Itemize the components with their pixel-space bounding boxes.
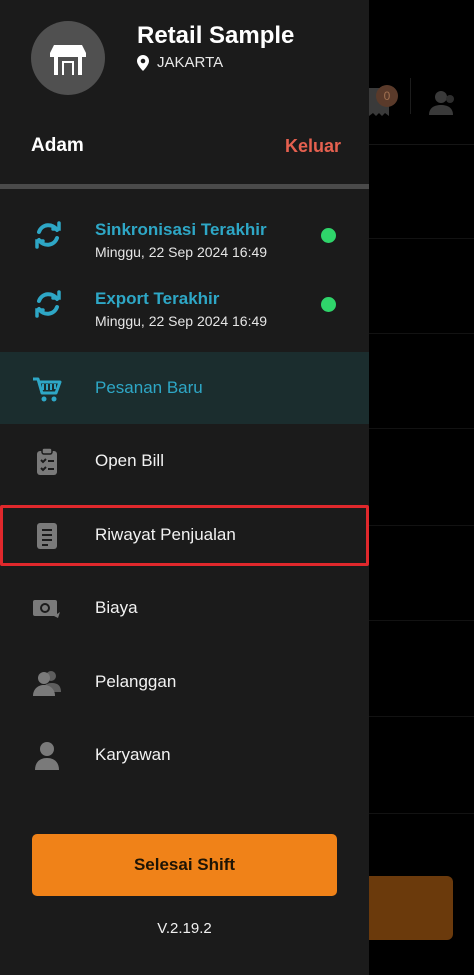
menu-item-biaya[interactable]: Biaya	[0, 572, 369, 644]
menu-item-pelanggan[interactable]: Pelanggan	[0, 646, 369, 718]
store-name: Retail Sample	[137, 22, 295, 49]
sync-icon	[35, 290, 61, 318]
person-icon	[35, 742, 59, 770]
money-icon	[33, 600, 60, 618]
user-name: Adam	[31, 135, 84, 156]
menu-item-label: Karyawan	[95, 745, 171, 764]
sync-icon	[35, 221, 61, 249]
store-location: JAKARTA	[137, 54, 223, 71]
clipboard-icon	[37, 447, 57, 475]
export-title: Export Terakhir	[95, 289, 220, 308]
store-icon	[50, 45, 86, 75]
menu-item-label: Biaya	[95, 598, 138, 617]
menu-item-label: Pelanggan	[95, 672, 177, 691]
sync-title: Sinkronisasi Terakhir	[95, 220, 267, 239]
users-icon	[33, 671, 61, 696]
export-status-dot	[321, 297, 336, 312]
drawer-header: Retail Sample JAKARTA Adam Keluar	[0, 0, 369, 190]
sync-time: Minggu, 22 Sep 2024 16:49	[95, 244, 268, 260]
header-divider	[0, 184, 369, 189]
location-pin-icon	[137, 54, 149, 71]
menu-item-open-bill[interactable]: Open Bill	[0, 425, 369, 497]
menu-item-karyawan[interactable]: Karyawan	[0, 719, 369, 791]
menu-item-label: Open Bill	[95, 451, 164, 470]
store-location-text: JAKARTA	[157, 54, 224, 71]
cart-icon	[33, 377, 62, 402]
sync-status-row: Sinkronisasi Terakhir Minggu, 22 Sep 202…	[0, 220, 369, 290]
export-status-row: Export Terakhir Minggu, 22 Sep 2024 16:4…	[0, 289, 369, 359]
cart-badge: 0	[376, 85, 398, 107]
finish-shift-button[interactable]: Selesai Shift	[32, 834, 337, 896]
customers-icon	[429, 91, 454, 115]
store-avatar	[31, 21, 105, 95]
navigation-drawer: Retail Sample JAKARTA Adam Keluar Sinkro…	[0, 0, 369, 975]
menu-item-label: Pesanan Baru	[95, 378, 203, 397]
menu-item-pesanan-baru[interactable]: Pesanan Baru	[0, 352, 369, 424]
sync-status-dot	[321, 228, 336, 243]
app-version: V.2.19.2	[157, 920, 212, 937]
logout-link[interactable]: Keluar	[285, 136, 341, 157]
highlight-box	[0, 505, 369, 566]
background-action-button	[369, 876, 453, 940]
export-time: Minggu, 22 Sep 2024 16:49	[95, 313, 268, 329]
